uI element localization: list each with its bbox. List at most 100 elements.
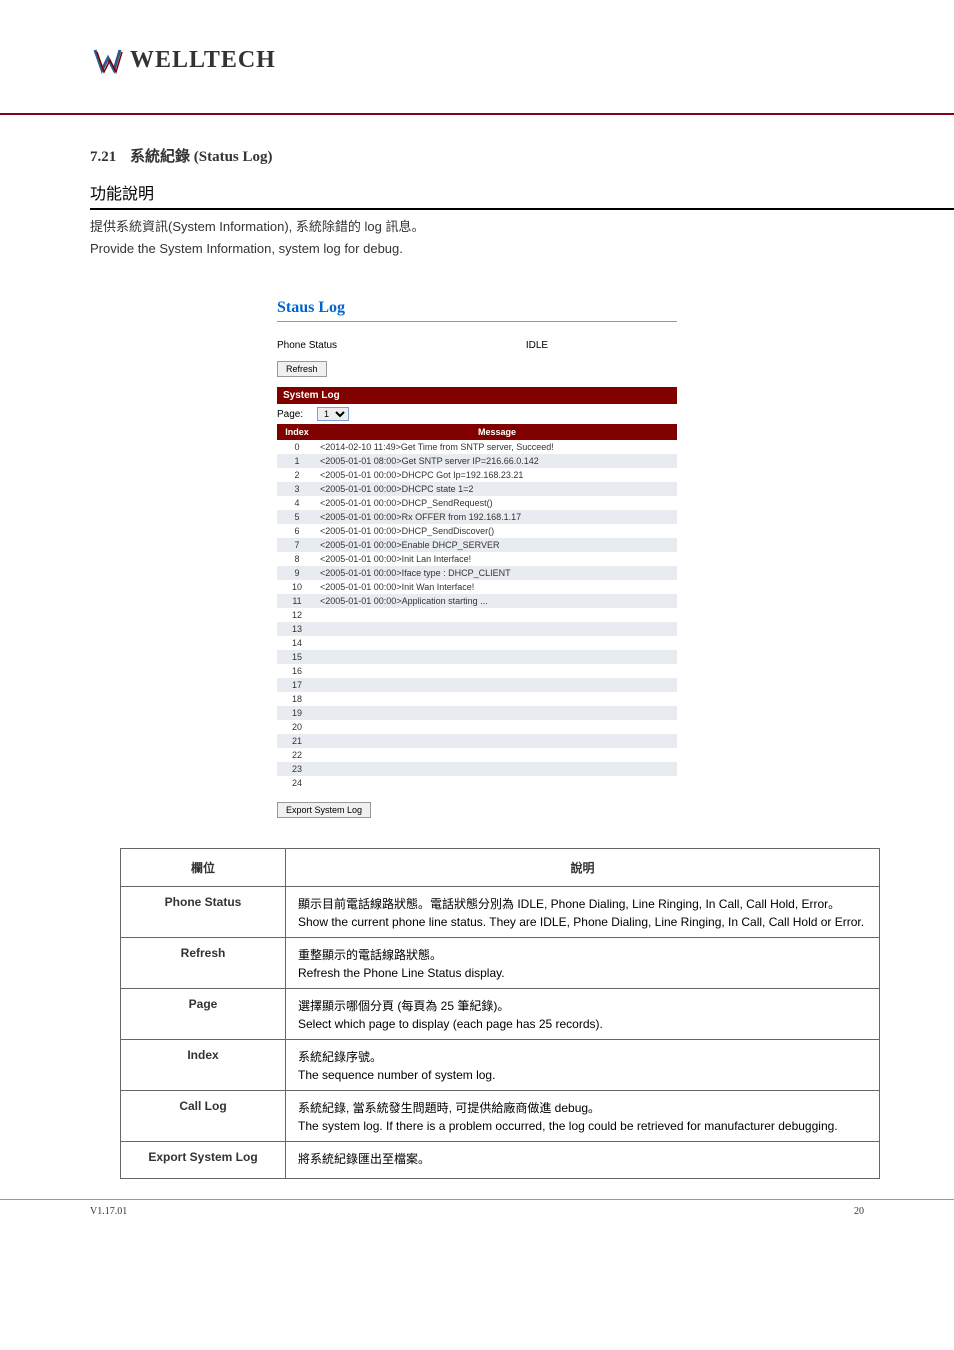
log-message-cell: <2005-01-01 00:00>Iface type : DHCP_CLIE… xyxy=(317,566,677,580)
status-log-screenshot: Staus Log Phone Status IDLE Refresh Syst… xyxy=(277,299,677,818)
field-desc-en: The system log. If there is a problem oc… xyxy=(298,1119,867,1133)
field-desc-en: The sequence number of system log. xyxy=(298,1068,867,1082)
log-row: 8<2005-01-01 00:00>Init Lan Interface! xyxy=(277,552,677,566)
log-index-cell: 3 xyxy=(277,482,317,496)
page-footer: V1.17.01 20 xyxy=(0,1199,954,1223)
log-message-cell: <2005-01-01 00:00>DHCP_SendDiscover() xyxy=(317,524,677,538)
log-index-cell: 23 xyxy=(277,762,317,776)
log-row: 23 xyxy=(277,762,677,776)
log-message-cell: <2005-01-01 00:00>Init Lan Interface! xyxy=(317,552,677,566)
log-index-header: Index xyxy=(277,424,317,440)
log-message-cell xyxy=(317,762,677,776)
section-title-en: (Status Log) xyxy=(194,149,273,165)
log-index-cell: 2 xyxy=(277,468,317,482)
log-index-cell: 24 xyxy=(277,776,317,790)
field-name-cell: Phone Status xyxy=(121,887,286,938)
field-name-cell: Page xyxy=(121,989,286,1040)
log-index-cell: 6 xyxy=(277,524,317,538)
log-index-cell: 12 xyxy=(277,608,317,622)
log-message-cell: <2005-01-01 00:00>Rx OFFER from 192.168.… xyxy=(317,510,677,524)
log-message-cell xyxy=(317,664,677,678)
log-row: 0<2014-02-10 11:49>Get Time from SNTP se… xyxy=(277,440,677,454)
field-name-cell: Index xyxy=(121,1040,286,1091)
field-row: Refresh重整顯示的電話線路狀態。Refresh the Phone Lin… xyxy=(121,938,880,989)
section-title-zh: 系統紀錄 xyxy=(130,149,190,165)
page-select-label: Page: xyxy=(277,409,317,420)
log-row: 18 xyxy=(277,692,677,706)
log-message-cell: <2005-01-01 00:00>Application starting .… xyxy=(317,594,677,608)
log-row: 9<2005-01-01 00:00>Iface type : DHCP_CLI… xyxy=(277,566,677,580)
log-row: 14 xyxy=(277,636,677,650)
log-index-cell: 8 xyxy=(277,552,317,566)
log-message-cell xyxy=(317,678,677,692)
phone-status-row: Phone Status IDLE xyxy=(277,334,677,357)
page-select[interactable]: 1 xyxy=(317,407,349,421)
field-header-field: 欄位 xyxy=(121,849,286,887)
log-index-cell: 7 xyxy=(277,538,317,552)
field-desc-zh: 重整顯示的電話線路狀態。 xyxy=(298,946,867,963)
log-message-cell: <2005-01-01 00:00>DHCP_SendRequest() xyxy=(317,496,677,510)
log-index-cell: 15 xyxy=(277,650,317,664)
log-row: 2<2005-01-01 00:00>DHCPC Got Ip=192.168.… xyxy=(277,468,677,482)
logo: WELLTECH xyxy=(90,40,954,80)
log-row: 13 xyxy=(277,622,677,636)
log-table: Index Message 0<2014-02-10 11:49>Get Tim… xyxy=(277,424,677,790)
log-message-cell xyxy=(317,748,677,762)
log-row: 15 xyxy=(277,650,677,664)
log-row: 22 xyxy=(277,748,677,762)
log-row: 12 xyxy=(277,608,677,622)
log-message-cell xyxy=(317,650,677,664)
footer-page-num: 20 xyxy=(854,1206,864,1217)
log-index-cell: 14 xyxy=(277,636,317,650)
log-row: 4<2005-01-01 00:00>DHCP_SendRequest() xyxy=(277,496,677,510)
log-message-cell xyxy=(317,692,677,706)
log-index-cell: 19 xyxy=(277,706,317,720)
field-desc-zh: 系統紀錄, 當系統發生問題時, 可提供給廠商做進 debug。 xyxy=(298,1099,867,1116)
field-row: Page選擇顯示哪個分頁 (每頁為 25 筆紀錄)。Select which p… xyxy=(121,989,880,1040)
log-message-cell xyxy=(317,636,677,650)
field-row: Phone Status顯示目前電話線路狀態。電話狀態分別為 IDLE, Pho… xyxy=(121,887,880,938)
logo-brand-text: WELLTECH xyxy=(130,47,276,74)
phone-status-value: IDLE xyxy=(397,340,677,351)
field-desc-cell: 重整顯示的電話線路狀態。Refresh the Phone Line Statu… xyxy=(286,938,880,989)
field-desc-cell: 顯示目前電話線路狀態。電話狀態分別為 IDLE, Phone Dialing, … xyxy=(286,887,880,938)
log-row: 20 xyxy=(277,720,677,734)
log-message-cell: <2005-01-01 00:00>DHCPC state 1=2 xyxy=(317,482,677,496)
log-row: 19 xyxy=(277,706,677,720)
system-log-header: System Log xyxy=(277,387,677,404)
field-desc-zh: 將系統紀錄匯出至檔案。 xyxy=(298,1150,867,1167)
refresh-button[interactable]: Refresh xyxy=(277,361,327,377)
log-row: 24 xyxy=(277,776,677,790)
field-desc-zh: 系統紀錄序號。 xyxy=(298,1048,867,1065)
log-row: 21 xyxy=(277,734,677,748)
log-message-cell xyxy=(317,776,677,790)
field-desc-en: Show the current phone line status. They… xyxy=(298,915,867,929)
log-index-cell: 11 xyxy=(277,594,317,608)
log-index-cell: 18 xyxy=(277,692,317,706)
export-system-log-button[interactable]: Export System Log xyxy=(277,802,371,818)
field-row: Export System Log將系統紀錄匯出至檔案。 xyxy=(121,1142,880,1179)
log-message-cell xyxy=(317,734,677,748)
log-row: 10<2005-01-01 00:00>Init Wan Interface! xyxy=(277,580,677,594)
desc-zh: 提供系統資訊(System Information), 系統除錯的 log 訊息… xyxy=(90,213,954,238)
field-desc-en: Select which page to display (each page … xyxy=(298,1017,867,1031)
footer-version: V1.17.01 xyxy=(90,1206,127,1217)
log-row: 5<2005-01-01 00:00>Rx OFFER from 192.168… xyxy=(277,510,677,524)
log-index-cell: 4 xyxy=(277,496,317,510)
desc-header: 功能說明 xyxy=(90,176,954,210)
log-row: 16 xyxy=(277,664,677,678)
description-block: 功能說明 提供系統資訊(System Information), 系統除錯的 l… xyxy=(0,176,954,279)
log-index-cell: 10 xyxy=(277,580,317,594)
field-description-table: 欄位 說明 Phone Status顯示目前電話線路狀態。電話狀態分別為 IDL… xyxy=(120,848,880,1179)
field-desc-cell: 選擇顯示哪個分頁 (每頁為 25 筆紀錄)。Select which page … xyxy=(286,989,880,1040)
log-row: 3<2005-01-01 00:00>DHCPC state 1=2 xyxy=(277,482,677,496)
log-message-cell: <2005-01-01 00:00>Init Wan Interface! xyxy=(317,580,677,594)
logo-icon xyxy=(90,40,130,80)
log-index-cell: 21 xyxy=(277,734,317,748)
log-index-cell: 13 xyxy=(277,622,317,636)
log-message-cell xyxy=(317,706,677,720)
log-message-cell: <2005-01-01 00:00>DHCPC Got Ip=192.168.2… xyxy=(317,468,677,482)
field-desc-cell: 將系統紀錄匯出至檔案。 xyxy=(286,1142,880,1179)
log-row: 6<2005-01-01 00:00>DHCP_SendDiscover() xyxy=(277,524,677,538)
log-message-cell xyxy=(317,720,677,734)
